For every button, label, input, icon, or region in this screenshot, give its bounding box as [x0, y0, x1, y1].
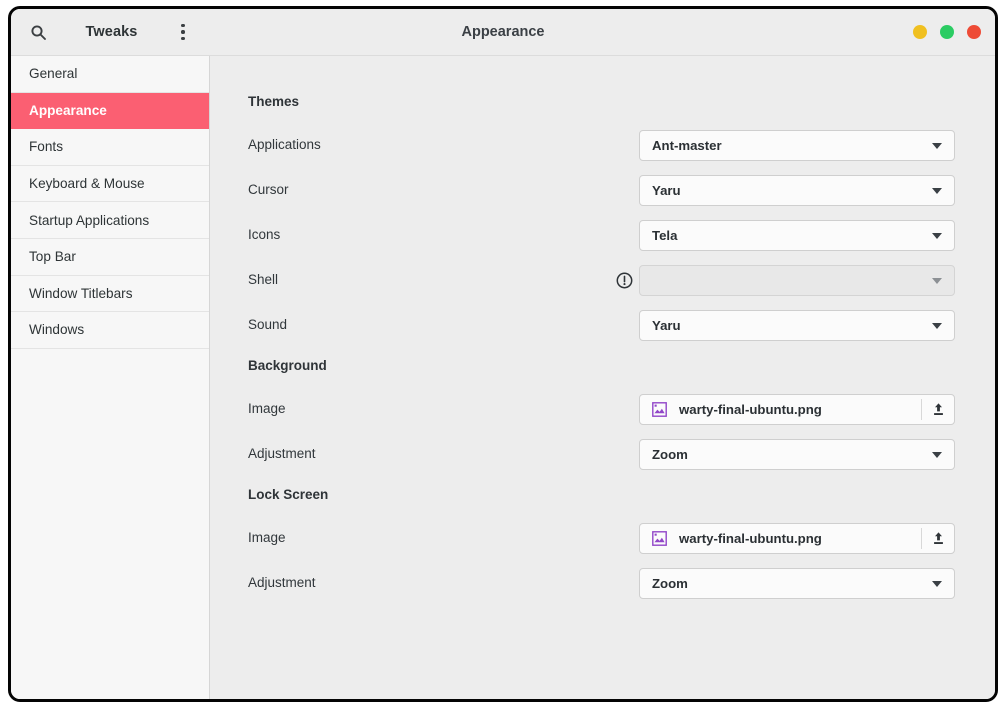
sidebar: General Appearance Fonts Keyboard & Mouse St…: [11, 56, 210, 699]
combo-adjustment[interactable]: Zoom: [639, 439, 955, 470]
sidebar-item-label: Windows: [29, 322, 85, 338]
combo-value: Ant-master: [652, 138, 722, 153]
header-bar: Tweaks Appearance: [11, 9, 995, 56]
menu-dot: [181, 23, 185, 28]
sidebar-item-label: Appearance: [29, 102, 107, 118]
sidebar-item-general[interactable]: General: [11, 56, 209, 93]
row-label-cursor: Cursor: [248, 182, 289, 197]
tweaks-window: Tweaks Appearance General Appearance Fonts…: [8, 6, 998, 702]
upload-icon-glyph: [933, 532, 943, 544]
combo-icons[interactable]: Tela: [639, 220, 955, 251]
warning-circle-icon[interactable]: [616, 272, 633, 289]
sidebar-item-keyboard-mouse[interactable]: Keyboard & Mouse: [11, 165, 209, 203]
file-name-label: warty-final-ubuntu.png: [679, 402, 822, 417]
row-label-adjustment: Adjustment: [248, 575, 316, 590]
image-file-icon: [651, 402, 667, 418]
file-chooser-background[interactable]: warty-final-ubuntu.png: [639, 394, 955, 425]
minimize-button[interactable]: [913, 25, 927, 39]
menu-dot: [181, 30, 185, 34]
sidebar-item-window-titlebars[interactable]: Window Titlebars: [11, 275, 209, 313]
section-title-background: Background: [248, 358, 327, 373]
sidebar-item-windows[interactable]: Windows: [11, 312, 209, 349]
combo-applications[interactable]: Ant-master: [639, 130, 955, 161]
sidebar-item-label: Top Bar: [29, 249, 76, 265]
row-label-shell: Shell: [248, 272, 279, 287]
close-button[interactable]: [967, 25, 981, 39]
chevron-down-icon: [932, 322, 942, 329]
section-title-lock-screen: Lock Screen: [248, 487, 329, 502]
chevron-down-icon: [932, 451, 942, 458]
row-label-image: Image: [248, 401, 286, 416]
sidebar-item-label: Window Titlebars: [29, 285, 133, 301]
search-icon-glyph: [30, 24, 46, 40]
sidebar-item-label: Startup Applications: [29, 212, 150, 228]
row-label-sound: Sound: [248, 317, 288, 332]
window-body: General Appearance Fonts Keyboard & Mouse St…: [11, 56, 995, 699]
menu-dot: [181, 36, 185, 41]
section-title-themes: Themes: [248, 94, 300, 109]
settings-content: Themes Applications Ant-master Cursor Yaru Ic…: [210, 56, 995, 699]
chevron-down-icon: [932, 277, 942, 284]
chevron-down-icon: [932, 142, 942, 149]
warning-circle-icon-glyph: [616, 272, 633, 289]
sidebar-item-appearance[interactable]: Appearance: [11, 92, 209, 130]
row-label-icons: Icons: [248, 227, 281, 242]
chevron-down-icon: [932, 187, 942, 194]
sidebar-item-fonts[interactable]: Fonts: [11, 129, 209, 166]
combo-value: Yaru: [652, 183, 681, 198]
sidebar-item-startup-applications[interactable]: Startup Applications: [11, 202, 209, 239]
sidebar-item-top-bar[interactable]: Top Bar: [11, 238, 209, 276]
row-label-image: Image: [248, 530, 286, 545]
upload-icon[interactable]: [922, 395, 954, 424]
combo-value: Zoom: [652, 576, 688, 591]
sidebar-item-label: General: [29, 66, 78, 82]
file-chooser-lock-screen[interactable]: warty-final-ubuntu.png: [639, 523, 955, 554]
combo-adjustment[interactable]: Zoom: [639, 568, 955, 599]
combo-value: Zoom: [652, 447, 688, 462]
menu-kebab-icon[interactable]: [168, 17, 198, 47]
file-name-label: warty-final-ubuntu.png: [679, 531, 822, 546]
image-file-icon-glyph: [651, 402, 667, 417]
combo-sound[interactable]: Yaru: [639, 310, 955, 341]
search-icon[interactable]: [21, 17, 55, 47]
maximize-button[interactable]: [940, 25, 954, 39]
upload-icon-glyph: [933, 403, 943, 415]
header-left-group: Tweaks: [11, 9, 210, 55]
combo-value: Yaru: [652, 318, 681, 333]
combo-value: Tela: [652, 228, 678, 243]
image-file-icon: [651, 531, 667, 547]
sidebar-item-label: Keyboard & Mouse: [29, 176, 145, 192]
app-title: Tweaks: [85, 24, 138, 40]
row-label-adjustment: Adjustment: [248, 446, 316, 461]
window-controls: [913, 9, 981, 55]
sidebar-item-label: Fonts: [29, 139, 63, 155]
row-label-applications: Applications: [248, 137, 321, 152]
image-file-icon-glyph: [651, 531, 667, 546]
combo-shell[interactable]: [639, 265, 955, 296]
chevron-down-icon: [932, 232, 942, 239]
combo-cursor[interactable]: Yaru: [639, 175, 955, 206]
upload-icon[interactable]: [922, 524, 954, 553]
chevron-down-icon: [932, 580, 942, 587]
